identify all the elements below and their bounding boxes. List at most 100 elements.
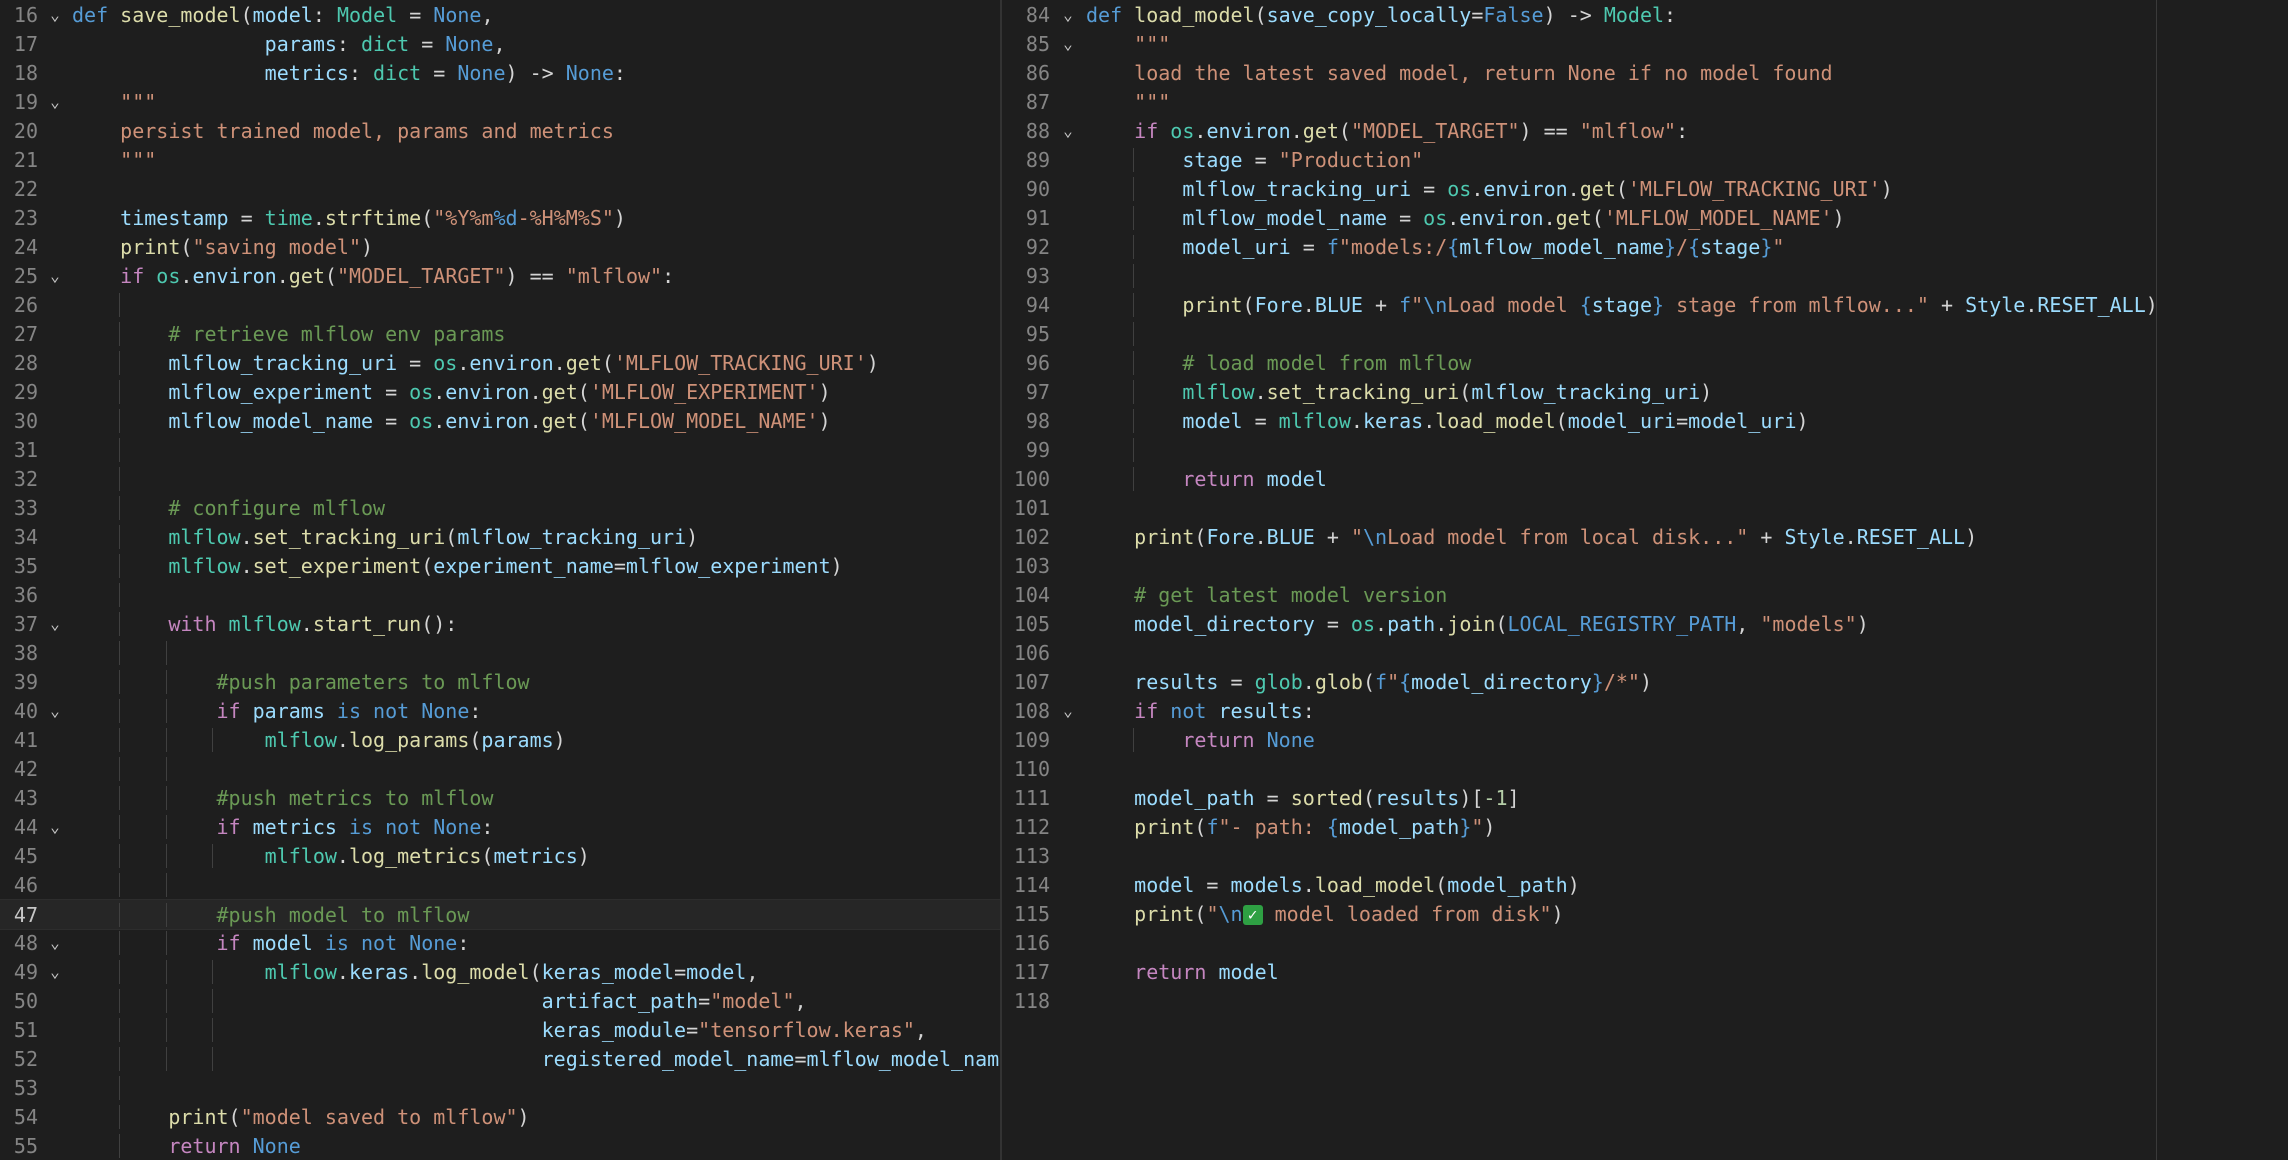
code-line[interactable]: 110 — [1002, 754, 2288, 783]
code-line[interactable]: 30 mlflow_model_name = os.environ.get('M… — [0, 406, 1000, 435]
code-line[interactable]: 107 results = glob.glob(f"{model_directo… — [1002, 667, 2288, 696]
code-line[interactable]: 90 mlflow_tracking_uri = os.environ.get(… — [1002, 174, 2288, 203]
code-line[interactable]: 48 ⌄ if model is not None: — [0, 928, 1000, 957]
fold-chevron-icon[interactable]: ⌄ — [38, 701, 72, 720]
code-line[interactable]: 103 — [1002, 551, 2288, 580]
code-line[interactable]: 106 — [1002, 638, 2288, 667]
code-line[interactable]: 101 — [1002, 493, 2288, 522]
code-line[interactable]: 89 stage = "Production" — [1002, 145, 2288, 174]
code-line[interactable]: 42 — [0, 754, 1000, 783]
code-line[interactable]: 19 ⌄ """ — [0, 87, 1000, 116]
code-token: path — [1387, 611, 1436, 636]
code-line[interactable]: 116 — [1002, 928, 2288, 957]
code-line[interactable]: 86 load the latest saved model, return N… — [1002, 58, 2288, 87]
code-line[interactable]: 34 mlflow.set_tracking_uri(mlflow_tracki… — [0, 522, 1000, 551]
code-line[interactable]: 99 — [1002, 435, 2288, 464]
code-line[interactable]: 92 model_uri = f"models:/{mlflow_model_n… — [1002, 232, 2288, 261]
code-line[interactable]: 94 print(Fore.BLUE + f"\nLoad model {sta… — [1002, 290, 2288, 319]
code-line[interactable]: 17 params: dict = None, — [0, 29, 1000, 58]
code-line[interactable]: 20 persist trained model, params and met… — [0, 116, 1000, 145]
code-line[interactable]: 51 keras_module="tensorflow.keras", — [0, 1015, 1000, 1044]
code-line[interactable]: 21 """ — [0, 145, 1000, 174]
code-line[interactable]: 43 #push metrics to mlflow — [0, 783, 1000, 812]
code-line[interactable]: 33 # configure mlflow — [0, 493, 1000, 522]
code-line[interactable]: 18 metrics: dict = None) -> None: — [0, 58, 1000, 87]
code-token: set_tracking_uri — [1266, 379, 1460, 404]
code-line[interactable]: 98 model = mlflow.keras.load_model(model… — [1002, 406, 2288, 435]
code-line[interactable]: 84 ⌄ def load_model(save_copy_locally=Fals… — [1002, 0, 2288, 29]
editor-pane-right[interactable]: 84 ⌄ def load_model(save_copy_locally=Fals… — [1000, 0, 2288, 1160]
code-line[interactable]: 23 timestamp = time.strftime("%Y%m%d-%H%… — [0, 203, 1000, 232]
code-line[interactable]: 25 ⌄ if os.environ.get("MODEL_TARGET") ==… — [0, 261, 1000, 290]
code-line[interactable]: 37 ⌄ with mlflow.start_run(): — [0, 609, 1000, 638]
code-line[interactable]: 45 mlflow.log_metrics(metrics) — [0, 841, 1000, 870]
fold-chevron-icon[interactable]: ⌄ — [38, 266, 72, 285]
code-line[interactable]: 22 — [0, 174, 1000, 203]
code-text: def save_model(model: Model = None, — [72, 3, 1000, 27]
fold-chevron-icon[interactable]: ⌄ — [1050, 121, 1086, 140]
code-token: 'MLFLOW_EXPERIMENT' — [589, 379, 819, 404]
code-line[interactable]: 41 mlflow.log_params(params) — [0, 725, 1000, 754]
fold-chevron-icon[interactable]: ⌄ — [38, 962, 72, 981]
code-line[interactable]: 53 — [0, 1073, 1000, 1102]
code-line[interactable]: 49 ⌄ mlflow.keras.log_model(keras_model=m… — [0, 957, 1000, 986]
code-line[interactable]: 35 mlflow.set_experiment(experiment_name… — [0, 551, 1000, 580]
code-line[interactable]: 115 print("\n ✓ model loaded from disk") — [1002, 899, 2288, 928]
code-line[interactable]: 26 — [0, 290, 1000, 319]
code-line[interactable]: 87 """ — [1002, 87, 2288, 116]
code-line[interactable]: 117 return model — [1002, 957, 2288, 986]
code-line[interactable]: 38 — [0, 638, 1000, 667]
code-line[interactable]: 50 artifact_path="model", — [0, 986, 1000, 1015]
code-line[interactable]: 28 mlflow_tracking_uri = os.environ.get(… — [0, 348, 1000, 377]
code-line[interactable]: 118 — [1002, 986, 2288, 1015]
code-line[interactable]: 55 return None — [0, 1131, 1000, 1160]
code-line[interactable]: 91 mlflow_model_name = os.environ.get('M… — [1002, 203, 2288, 232]
code-line[interactable]: 109 return None — [1002, 725, 2288, 754]
code-line[interactable]: 47 #push model to mlflow — [0, 899, 1000, 930]
code-token: = — [409, 31, 446, 56]
code-line[interactable]: 105 model_directory = os.path.join(LOCAL… — [1002, 609, 2288, 638]
code-line[interactable]: 112 print(f"- path: {model_path}") — [1002, 812, 2288, 841]
code-line[interactable]: 46 — [0, 870, 1000, 899]
fold-chevron-icon[interactable]: ⌄ — [38, 817, 72, 836]
code-line[interactable]: 111 model_path = sorted(results)[-1] — [1002, 783, 2288, 812]
code-line[interactable]: 36 — [0, 580, 1000, 609]
code-token: ) — [686, 524, 699, 549]
code-line[interactable]: 114 model = models.load_model(model_path… — [1002, 870, 2288, 899]
code-line[interactable]: 52 registered_model_name=mlflow_model_na… — [0, 1044, 1000, 1073]
code-line[interactable]: 113 — [1002, 841, 2288, 870]
fold-chevron-icon[interactable]: ⌄ — [1050, 5, 1086, 24]
code-line[interactable]: 29 mlflow_experiment = os.environ.get('M… — [0, 377, 1000, 406]
fold-chevron-icon[interactable]: ⌄ — [1050, 34, 1086, 53]
code-line[interactable]: 24 print("saving model") — [0, 232, 1000, 261]
code-line[interactable]: 97 mlflow.set_tracking_uri(mlflow_tracki… — [1002, 377, 2288, 406]
code-line[interactable]: 88 ⌄ if os.environ.get("MODEL_TARGET") ==… — [1002, 116, 2288, 145]
code-line[interactable]: 96 # load model from mlflow — [1002, 348, 2288, 377]
fold-chevron-icon[interactable]: ⌄ — [38, 933, 72, 952]
fold-chevron-icon[interactable]: ⌄ — [38, 614, 72, 633]
code-line[interactable]: 31 — [0, 435, 1000, 464]
code-line[interactable]: 93 — [1002, 261, 2288, 290]
code-line[interactable]: 102 print(Fore.BLUE + "\nLoad model from… — [1002, 522, 2288, 551]
fold-chevron-icon[interactable]: ⌄ — [38, 92, 72, 111]
code-line[interactable]: 100 return model — [1002, 464, 2288, 493]
code-line[interactable]: 40 ⌄ if params is not None: — [0, 696, 1000, 725]
fold-chevron-icon[interactable]: ⌄ — [1050, 701, 1086, 720]
code-line[interactable]: 85 ⌄ """ — [1002, 29, 2288, 58]
code-line[interactable]: 95 — [1002, 319, 2288, 348]
code-line[interactable]: 104 # get latest model version — [1002, 580, 2288, 609]
code-line[interactable]: 39 #push parameters to mlflow — [0, 667, 1000, 696]
code-line[interactable]: 54 print("model saved to mlflow") — [0, 1102, 1000, 1131]
code-line[interactable]: 32 — [0, 464, 1000, 493]
editor-pane-left[interactable]: 16 ⌄ def save_model(model: Model = None, 17… — [0, 0, 1000, 1160]
code-line[interactable]: 16 ⌄ def save_model(model: Model = None, — [0, 0, 1000, 29]
code-token: ( — [1194, 524, 1207, 549]
code-line[interactable]: 27 # retrieve mlflow env params — [0, 319, 1000, 348]
code-token: model_path — [1134, 785, 1255, 810]
code-line[interactable]: 44 ⌄ if metrics is not None: — [0, 812, 1000, 841]
code-line[interactable]: 108 ⌄ if not results: — [1002, 696, 2288, 725]
fold-chevron-icon[interactable]: ⌄ — [38, 5, 72, 24]
